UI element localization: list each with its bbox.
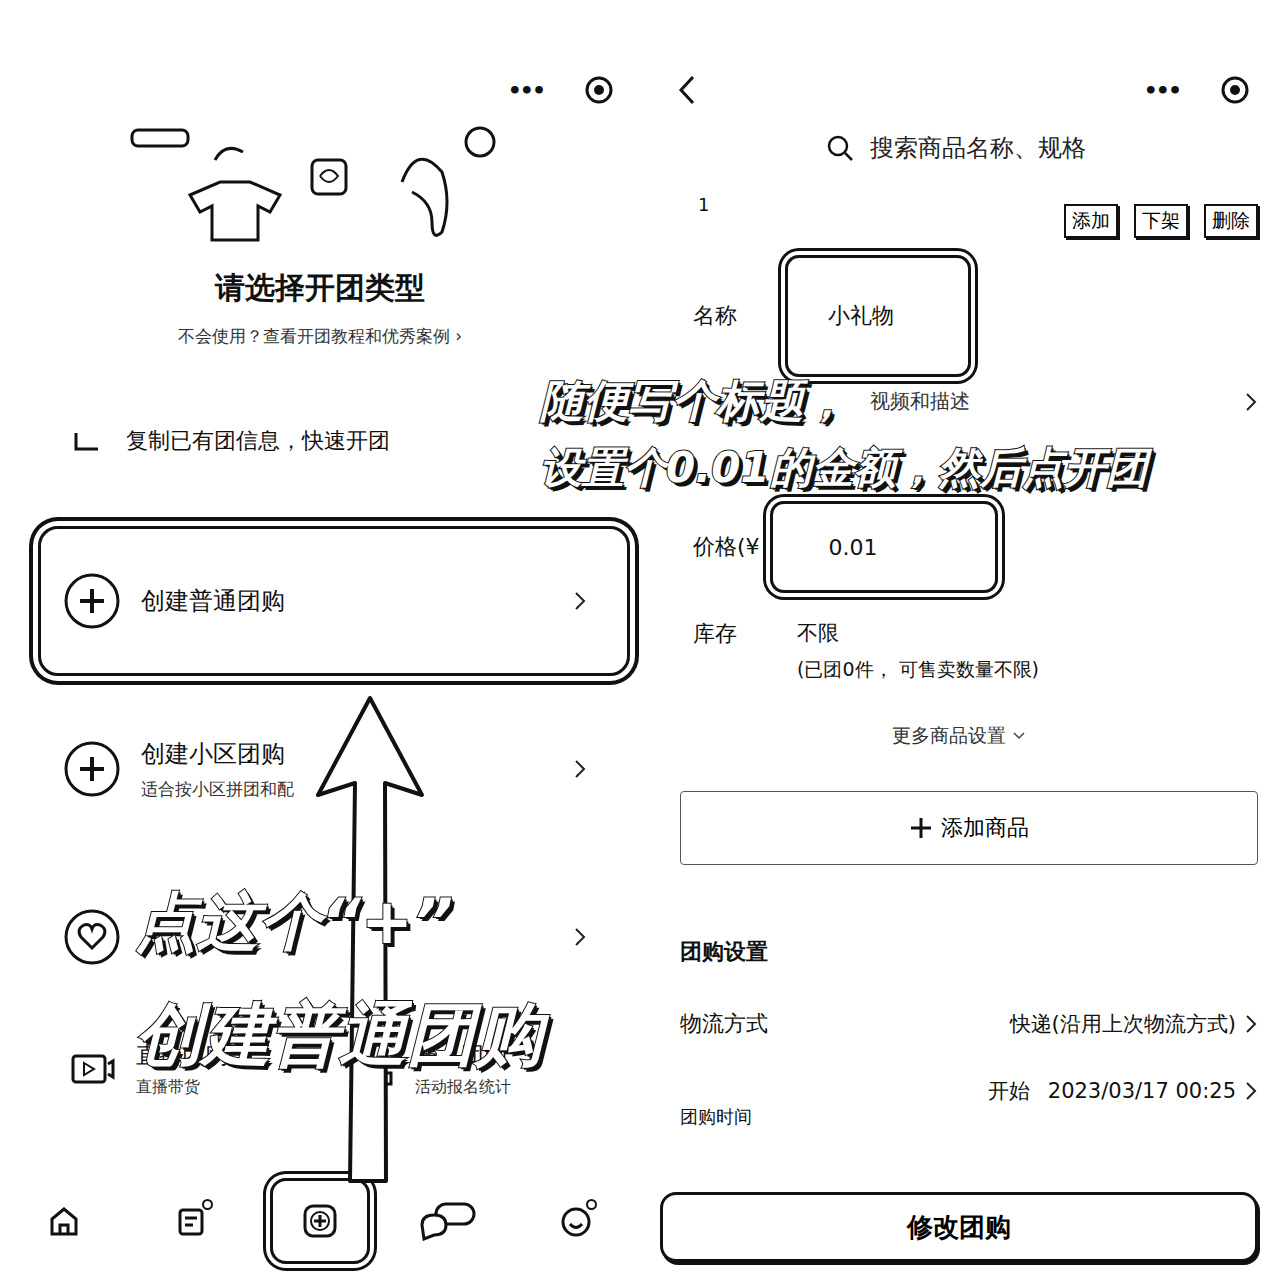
top-bar: •••	[660, 70, 1258, 110]
price-input[interactable]: 0.01	[770, 501, 998, 593]
section-title: 团购设置	[680, 937, 1258, 967]
annotation-text: 设置个0.01的金额，然后点开团	[540, 440, 1148, 496]
video-icon	[70, 1052, 116, 1086]
logistics-row[interactable]: 物流方式快递(沿用上次物流方式)	[660, 1009, 1258, 1039]
price-field: 价格(¥0.01	[660, 501, 1258, 593]
edit-group-screen: •••搜索商品名称、规格1添加下架删除名称小礼物视频和描述价格(¥0.01库存不…	[660, 0, 1280, 1280]
tab-item[interactable]	[270, 1178, 370, 1264]
item-header: 1 添加下架删除	[660, 190, 1258, 238]
tab-bar	[0, 1176, 640, 1266]
chevron-right-icon	[573, 758, 587, 780]
annotation-text: 创建普通团购	[135, 990, 543, 1081]
item-action-button[interactable]: 添加	[1064, 204, 1118, 238]
group-time-label: 团购时间	[680, 1107, 1258, 1127]
start-time-row[interactable]: 开始2023/03/17 00:25	[660, 1077, 1258, 1105]
create-plus-icon	[300, 1201, 340, 1241]
option-row[interactable]: 创建普通团购	[38, 526, 630, 676]
chevron-down-icon	[1012, 731, 1026, 741]
item-action-button[interactable]: 删除	[1204, 204, 1258, 238]
plus-circle-icon	[63, 740, 121, 798]
name-input[interactable]: 小礼物	[785, 255, 971, 377]
submit-button[interactable]: 修改团购	[660, 1192, 1258, 1262]
item-action-button[interactable]: 下架	[1134, 204, 1188, 238]
tab-item[interactable]	[14, 1178, 114, 1264]
chevron-right-icon	[573, 590, 587, 612]
tab-item[interactable]	[142, 1178, 242, 1264]
copy-icon	[72, 429, 102, 453]
heart-circle-icon	[63, 908, 121, 966]
more-button[interactable]: •••	[1144, 78, 1180, 103]
name-field: 名称小礼物	[660, 250, 1258, 382]
home-icon	[47, 1204, 81, 1238]
tutorial-link[interactable]: 不会使用？查看开团教程和优秀案例 ›	[0, 325, 640, 348]
stock-field: 库存不限(已团0件， 可售卖数量不限)	[660, 619, 1258, 683]
tab-item[interactable]	[526, 1178, 626, 1264]
badge-dot	[586, 1199, 597, 1210]
record-icon[interactable]	[1220, 75, 1250, 105]
tab-item[interactable]	[398, 1178, 498, 1264]
add-product-button[interactable]: 添加商品	[680, 791, 1258, 865]
page-title: 请选择开团类型	[0, 268, 640, 309]
annotation-text: 点这个“+”	[135, 880, 453, 964]
chevron-right-icon	[1244, 391, 1258, 413]
top-bar: •••	[0, 70, 640, 110]
item-index: 1	[698, 194, 709, 215]
create-type-screen: •••请选择开团类型不会使用？查看开团教程和优秀案例 ›复制已有团信息，快速开团…	[0, 0, 640, 1280]
record-icon[interactable]	[584, 75, 614, 105]
plus-icon	[909, 816, 933, 840]
more-button[interactable]: •••	[508, 78, 544, 103]
illustration-icon	[120, 120, 540, 250]
back-icon[interactable]	[676, 73, 698, 107]
chevron-right-icon	[1244, 1080, 1258, 1102]
chevron-right-icon	[1244, 1013, 1258, 1035]
annotation-text: 随便写个标题，	[540, 372, 848, 431]
search-field[interactable]: 搜索商品名称、规格	[660, 132, 1258, 164]
chat-icon	[418, 1201, 478, 1241]
plus-circle-icon	[63, 572, 121, 630]
tutorial-page: •••请选择开团类型不会使用？查看开团教程和优秀案例 ›复制已有团信息，快速开团…	[0, 0, 1280, 1280]
badge-dot	[202, 1199, 213, 1210]
chevron-right-icon	[573, 926, 587, 948]
more-settings[interactable]: 更多商品设置	[660, 723, 1258, 749]
search-icon	[826, 134, 854, 162]
